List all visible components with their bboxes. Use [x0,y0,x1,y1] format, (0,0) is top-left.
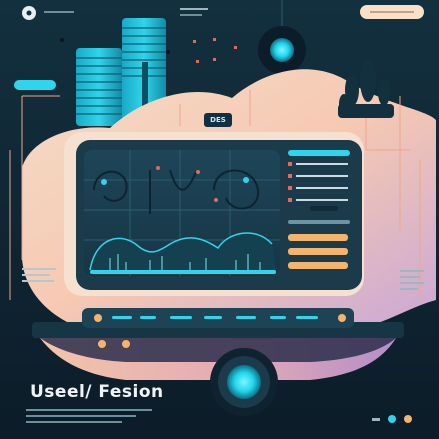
ui-illustration [0,0,439,439]
orange-button-1[interactable] [288,234,348,241]
orange-button-3[interactable] [288,262,348,269]
hero-title: Useel/ Fesion [30,382,164,402]
small-text-icon [372,418,380,421]
orange-button-2[interactable] [288,248,348,255]
orange-dot-icon[interactable] [404,415,412,423]
sidebar-cyan-bar[interactable] [288,150,350,156]
cyan-pill[interactable] [14,80,56,90]
cyan-dot-icon[interactable] [388,415,396,423]
bottom-orb[interactable] [227,365,261,399]
illustration-canvas: DES Useel/ Fesion [0,0,439,439]
dashboard-badge: DES [204,113,232,127]
